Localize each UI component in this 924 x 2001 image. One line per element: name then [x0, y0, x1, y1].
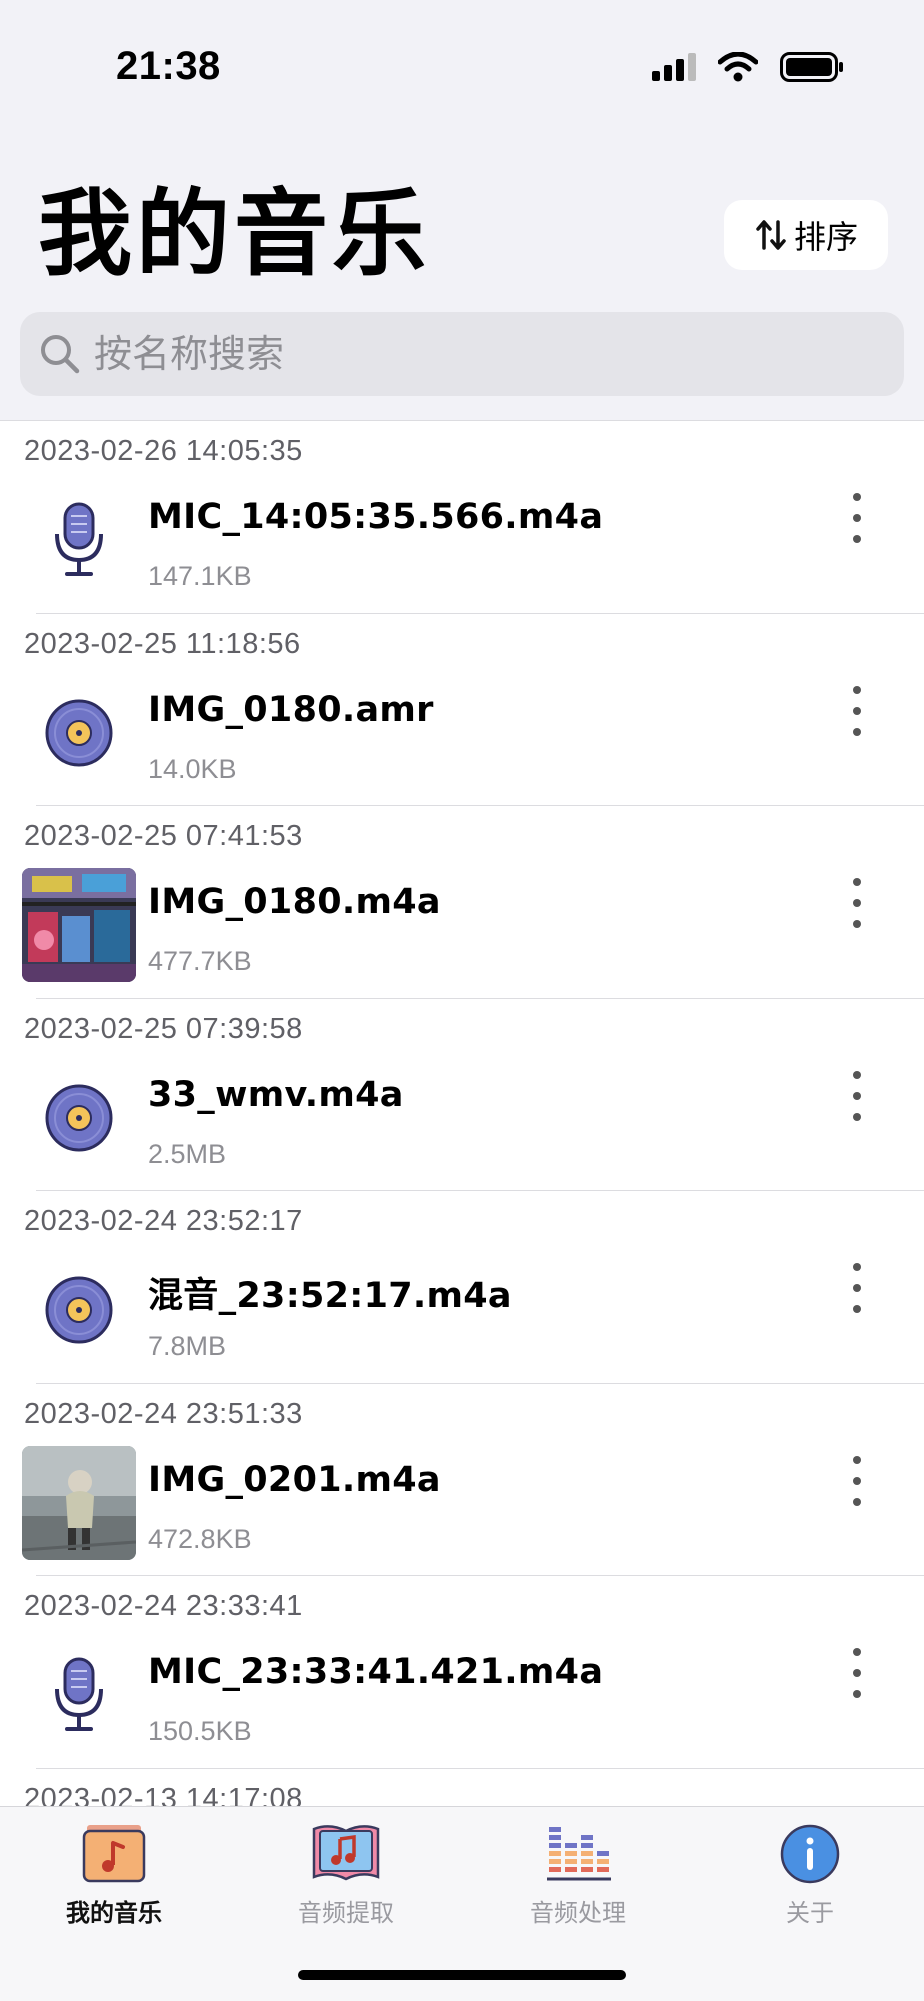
tab-audio-extract[interactable]: 音频提取: [266, 1823, 426, 1928]
list-item[interactable]: 2023-02-13 14:17:08: [0, 1769, 924, 1808]
item-size: 14.0KB: [148, 753, 237, 784]
list-item[interactable]: 2023-02-25 11:18:56 IMG_0180.amr 14.0KB: [0, 614, 924, 806]
video-thumbnail: [22, 1445, 136, 1560]
microphone-icon: [22, 483, 136, 597]
sort-button[interactable]: 排序: [724, 200, 888, 270]
list-item[interactable]: 2023-02-24 23:52:17 混音_23:52:17.m4a 7.8M…: [0, 1191, 924, 1384]
more-options-icon[interactable]: [842, 1455, 872, 1506]
item-size: 472.8KB: [148, 1523, 252, 1554]
list-item[interactable]: 2023-02-24 23:33:41 MIC_23:33:41.421.m4a…: [0, 1576, 924, 1769]
video-thumbnail: [22, 868, 136, 982]
battery-icon: [780, 52, 843, 82]
item-date: 2023-02-25 07:41:53: [24, 820, 303, 852]
item-size: 477.7KB: [148, 946, 252, 976]
tab-label: 我的音乐: [66, 1899, 162, 1927]
item-size: 150.5KB: [148, 1716, 252, 1746]
cellular-signal-icon: [652, 53, 696, 81]
tab-about[interactable]: 关于: [730, 1823, 890, 1928]
item-name: MIC_14:05:35.566.m4a: [148, 497, 604, 537]
search-input[interactable]: [92, 331, 876, 377]
item-date: 2023-02-24 23:51:33: [24, 1397, 303, 1430]
item-name: IMG_0180.m4a: [148, 882, 441, 922]
item-name: IMG_0180.amr: [148, 689, 434, 730]
sort-button-label: 排序: [793, 218, 858, 256]
page-title: 我的音乐: [38, 180, 431, 289]
status-icons: [652, 52, 844, 82]
status-time: 21:38: [116, 44, 221, 88]
tab-my-music[interactable]: 我的音乐: [34, 1823, 194, 1928]
equalizer-icon: [547, 1827, 611, 1881]
wifi-icon: [718, 52, 758, 82]
search-bar[interactable]: [20, 312, 904, 396]
tab-label: 音频处理: [530, 1899, 626, 1927]
microphone-icon: [22, 1638, 136, 1752]
more-options-icon[interactable]: [842, 1648, 872, 1698]
list-item[interactable]: 2023-02-25 07:41:53 IMG_0180.m4a 477.7KB: [0, 806, 924, 999]
list-item[interactable]: 2023-02-26 14:05:35 MIC_14:05:35.566.m4a…: [0, 421, 924, 614]
item-date: 2023-02-24 23:33:41: [24, 1590, 303, 1622]
tab-audio-process[interactable]: 音频处理: [498, 1823, 658, 1928]
item-name: IMG_0201.m4a: [148, 1459, 441, 1500]
more-options-icon[interactable]: [842, 493, 872, 543]
list-item[interactable]: 2023-02-25 07:39:58 33_wmv.m4a 2.5MB: [0, 999, 924, 1191]
list-item[interactable]: 2023-02-24 23:51:33 IMG_0201.m4a 472.8KB: [0, 1384, 924, 1576]
item-size: 147.1KB: [148, 561, 252, 591]
item-date: 2023-02-26 14:05:35: [24, 435, 303, 467]
item-name: 33_wmv.m4a: [148, 1074, 404, 1115]
item-date: 2023-02-25 11:18:56: [24, 627, 301, 660]
item-date: 2023-02-13 14:17:08: [24, 1782, 303, 1808]
file-list[interactable]: 2023-02-26 14:05:35 MIC_14:05:35.566.m4a…: [0, 420, 924, 1807]
vinyl-disc-icon: [22, 1061, 136, 1175]
item-date: 2023-02-24 23:52:17: [24, 1205, 303, 1237]
search-icon: [41, 335, 80, 374]
item-size: 2.5MB: [148, 1138, 227, 1169]
item-date: 2023-02-25 07:39:58: [24, 1012, 303, 1045]
more-options-icon[interactable]: [842, 685, 872, 736]
music-book-icon: [312, 1825, 380, 1881]
status-bar: 21:38: [0, 0, 924, 140]
vinyl-disc-icon: [22, 1253, 136, 1367]
home-indicator: [298, 1970, 626, 1980]
tab-label: 关于: [786, 1899, 834, 1927]
tab-label: 音频提取: [298, 1899, 394, 1927]
music-folder-icon: [82, 1825, 146, 1883]
info-icon: [780, 1824, 840, 1884]
item-size: 7.8MB: [148, 1331, 227, 1361]
more-options-icon[interactable]: [842, 1263, 872, 1313]
vinyl-disc-icon: [22, 676, 136, 790]
sort-arrows-icon: [756, 220, 786, 250]
more-options-icon[interactable]: [842, 1070, 872, 1121]
item-name: MIC_23:33:41.421.m4a: [148, 1652, 604, 1692]
more-options-icon[interactable]: [842, 878, 872, 928]
item-name: 混音_23:52:17.m4a: [148, 1276, 512, 1316]
